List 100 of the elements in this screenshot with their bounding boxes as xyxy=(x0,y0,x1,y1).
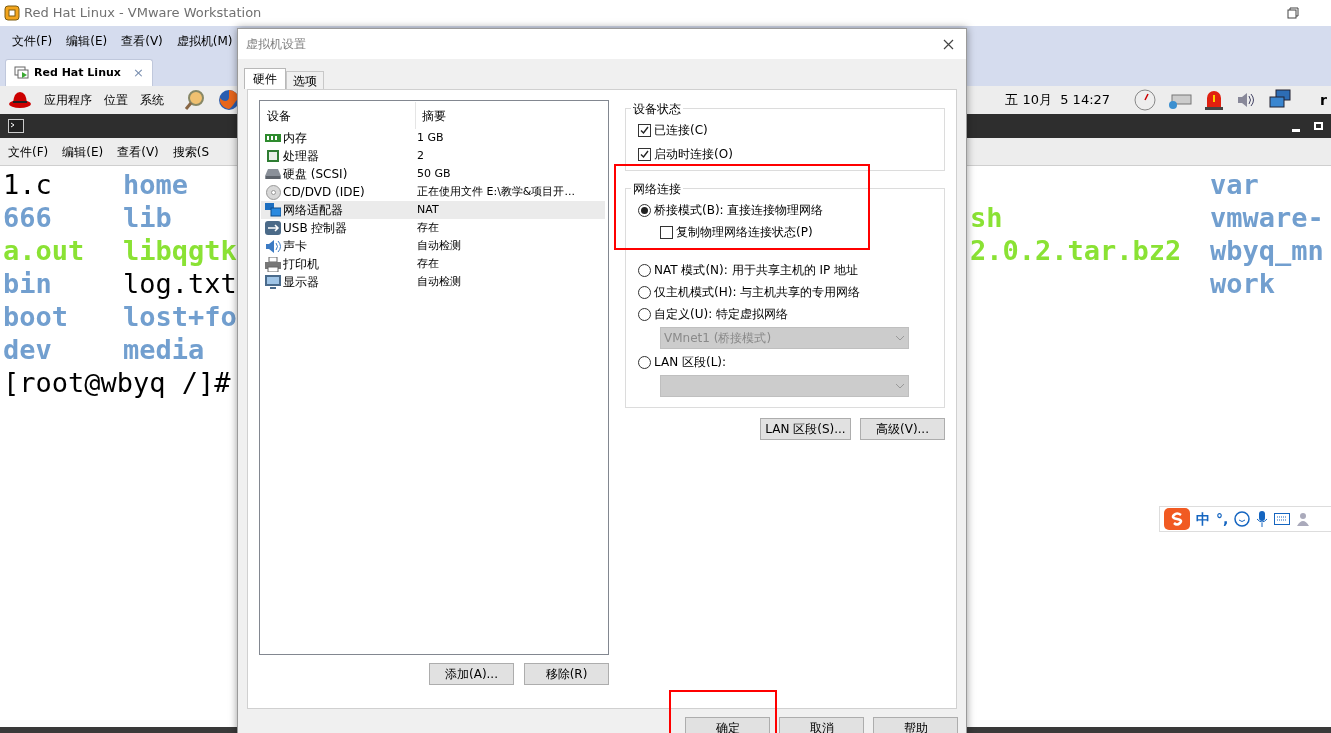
device-row[interactable]: 网络适配器 NAT xyxy=(261,201,605,219)
file-name: lib xyxy=(123,201,173,234)
dialog-button[interactable]: 确定 xyxy=(685,717,770,733)
close-tab-button[interactable]: × xyxy=(132,63,144,83)
column-header[interactable]: 设备 xyxy=(261,102,416,129)
menu-item[interactable]: 编辑(E) xyxy=(62,142,104,161)
file-name: media xyxy=(123,333,206,366)
file-name: dev xyxy=(3,333,53,366)
dialog-tab[interactable]: 硬件 xyxy=(244,68,286,89)
advanced-button[interactable]: 高级(V)... xyxy=(860,418,945,440)
list-button[interactable]: 移除(R) xyxy=(524,663,609,685)
checkbox[interactable] xyxy=(638,147,651,161)
device-summary: 自动检测 xyxy=(417,237,461,254)
panel-clock[interactable]: 五 10月 5 14:27 xyxy=(1005,90,1111,110)
file-name: var xyxy=(1210,168,1260,201)
device-summary: 存在 xyxy=(417,255,439,272)
alert-siren-icon[interactable] xyxy=(1204,89,1225,111)
device-row[interactable]: 声卡 自动检测 xyxy=(261,237,605,255)
device-row[interactable]: 处理器 2 xyxy=(261,147,605,165)
checkbox-label: 启动时连接(O) xyxy=(654,146,733,163)
device-name: 内存 xyxy=(283,130,308,147)
device-row[interactable]: USB 控制器 存在 xyxy=(261,219,605,237)
processor-icon xyxy=(266,149,280,163)
gauge-icon[interactable] xyxy=(1134,89,1157,111)
file-name: a.out xyxy=(3,234,86,267)
device-name: 硬盘 (SCSI) xyxy=(283,166,349,183)
device-summary: 存在 xyxy=(417,219,439,236)
menu-item[interactable]: 查看(V) xyxy=(121,32,163,50)
ime-mode-text[interactable]: °, xyxy=(1216,512,1229,526)
maximize-icon[interactable] xyxy=(1314,122,1323,130)
printer-icon xyxy=(265,256,281,272)
device-summary: 自动检测 xyxy=(417,273,461,290)
list-button[interactable]: 添加(A)... xyxy=(429,663,514,685)
shell-prompt: [root@wbyq /]# xyxy=(3,367,231,398)
file-name: lost+fo xyxy=(123,300,237,333)
dialog-button[interactable]: 帮助 xyxy=(873,717,958,733)
tab-label: Red Hat Linux xyxy=(34,64,121,81)
group-title: 设备状态 xyxy=(631,100,683,118)
panel-user[interactable]: r xyxy=(1320,89,1327,111)
disc-icon xyxy=(265,184,281,200)
device-row[interactable]: 硬盘 (SCSI) 50 GB xyxy=(261,165,605,183)
device-summary: 50 GB xyxy=(417,165,451,182)
file-name: home xyxy=(123,168,190,201)
hat-logo-icon[interactable] xyxy=(8,90,32,110)
microphone-icon[interactable] xyxy=(1256,511,1269,527)
sogou-logo-icon[interactable] xyxy=(1164,508,1190,530)
panel-menu[interactable]: 系统 xyxy=(140,91,164,109)
menu-item[interactable]: 文件(F) xyxy=(12,32,53,50)
device-row[interactable]: 显示器 自动检测 xyxy=(261,273,605,291)
column-header[interactable]: 摘要 xyxy=(416,106,608,125)
keyboard-icon[interactable] xyxy=(1274,513,1291,525)
dialog-button[interactable]: 取消 xyxy=(779,717,864,733)
device-name: 打印机 xyxy=(283,256,320,273)
file-name: work xyxy=(1210,267,1277,300)
radio-button[interactable] xyxy=(638,203,651,217)
device-row[interactable]: 打印机 存在 xyxy=(261,255,605,273)
terminal-icon xyxy=(8,119,24,133)
device-summary: 2 xyxy=(417,147,424,164)
volume-icon[interactable] xyxy=(1236,91,1257,109)
panel-menu[interactable]: 位置 xyxy=(104,91,128,109)
restore-icon[interactable] xyxy=(1287,7,1299,19)
smiley-icon[interactable] xyxy=(1234,511,1251,527)
magnifier-icon[interactable] xyxy=(184,89,206,111)
window-title: Red Hat Linux - VMware Workstation xyxy=(24,4,262,23)
vm-tab[interactable]: Red Hat Linux × xyxy=(5,59,153,86)
file-name: wbyq_mn xyxy=(1210,234,1324,267)
checkbox-label: 复制物理网络连接状态(P) xyxy=(676,224,813,241)
menu-item[interactable]: 搜索(S xyxy=(172,142,210,161)
minimize-icon[interactable] xyxy=(1292,128,1300,132)
network-computers-icon[interactable] xyxy=(1268,89,1293,111)
file-name: sh xyxy=(970,201,1004,234)
device-summary: 1 GB xyxy=(417,129,444,146)
device-name: 显示器 xyxy=(283,274,320,291)
panel-menu[interactable]: 应用程序 xyxy=(44,91,92,109)
device-row[interactable]: 内存 1 GB xyxy=(261,129,605,147)
radio-button[interactable] xyxy=(638,285,651,299)
radio-button[interactable] xyxy=(638,263,651,277)
monitor-icon xyxy=(265,274,281,290)
menu-item[interactable]: 查看(V) xyxy=(117,142,159,161)
dialog-title: 虚拟机设置 xyxy=(246,36,306,53)
network-adapter-icon xyxy=(265,202,281,218)
dialog-tab[interactable]: 选项 xyxy=(286,71,324,89)
device-row[interactable]: CD/DVD (IDE) 正在使用文件 E:\教学&项目开... xyxy=(261,183,605,201)
radio-button[interactable] xyxy=(638,307,651,321)
menu-item[interactable]: 编辑(E) xyxy=(66,32,108,50)
file-name: 666 xyxy=(3,201,53,234)
radio-label: 桥接模式(B): 直接连接物理网络 xyxy=(654,202,824,219)
ime-mode-text[interactable]: 中 xyxy=(1196,512,1210,526)
menu-item[interactable]: 文件(F) xyxy=(8,142,49,161)
file-name: 2.0.2.tar.bz2 xyxy=(970,234,1183,267)
checkbox[interactable] xyxy=(660,225,673,239)
close-icon[interactable] xyxy=(943,38,954,50)
group-title: 网络连接 xyxy=(631,180,683,198)
lan-segments-button[interactable]: LAN 区段(S)... xyxy=(760,418,851,440)
menu-item[interactable]: 虚拟机(M) xyxy=(176,32,233,50)
checkbox-label: 已连接(C) xyxy=(654,122,708,139)
radio-button[interactable] xyxy=(638,355,651,369)
checkbox[interactable] xyxy=(638,123,651,137)
device-name: USB 控制器 xyxy=(283,220,349,237)
file-name: 1.c xyxy=(3,168,53,201)
